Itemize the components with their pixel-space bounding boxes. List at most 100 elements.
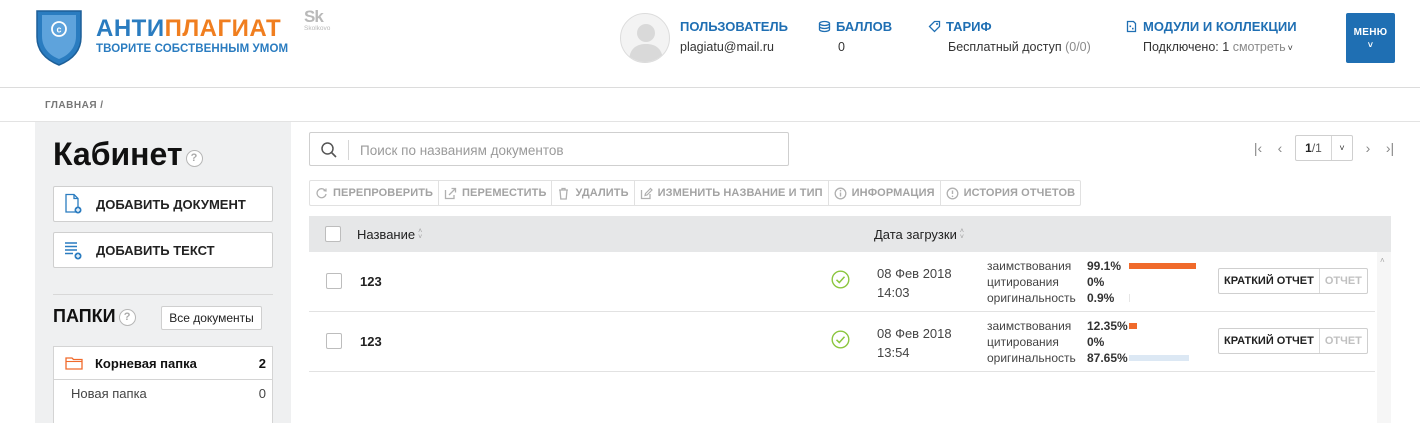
metric-borrowing: заимствования 99.1% [987, 258, 1196, 274]
document-name[interactable]: 123 [360, 334, 382, 349]
folder-count: 2 [258, 355, 266, 371]
check-metrics: заимствования 99.1% цитирования 0% оригина… [987, 258, 1196, 306]
search-icon[interactable] [320, 141, 338, 159]
info-icon [834, 187, 847, 199]
column-name-header[interactable]: Название ˄ ˅ [357, 227, 422, 242]
folder-count: 0 [258, 386, 266, 401]
sidebar: Кабинет ? ДОБАВИТЬ ДОКУМЕНТ ДОБАВИТЬ ТЕК… [35, 122, 291, 423]
modules-view-link[interactable]: смотреть [1233, 40, 1286, 54]
metric-citation: цитирования 0% [987, 334, 1189, 350]
metric-label: оригинальность [987, 291, 1076, 305]
page-select[interactable]: 1/1 ˅ [1295, 135, 1353, 161]
recheck-button[interactable]: ПЕРЕПРОВЕРИТЬ [310, 181, 440, 205]
history-icon [946, 187, 959, 199]
metric-label: цитирования [987, 335, 1059, 349]
user-avatar[interactable] [620, 13, 670, 63]
upload-date-day: 08 Фев 2018 [877, 326, 952, 341]
delete-label: УДАЛИТЬ [575, 187, 629, 199]
page-value: 1/1 [1296, 136, 1332, 160]
search-input[interactable] [360, 140, 780, 160]
user-block[interactable]: ПОЛЬЗОВАТЕЛЬ plagiatu@mail.ru [680, 19, 788, 54]
breadcrumb-separator: / [100, 100, 104, 111]
column-date-label: Дата загрузки [874, 227, 957, 242]
logo-title-plagiat: ПЛАГИАТ [164, 15, 282, 42]
folder-item-new[interactable]: Новая папка 0 [53, 380, 273, 423]
sort-icon: ˄ ˅ [418, 227, 423, 241]
modules-label-row: МОДУЛИ И КОЛЛЕКЦИИ [1125, 19, 1297, 34]
check-metrics: заимствования 12.35% цитирования 0% оригин… [987, 318, 1189, 366]
table-header: Название ˄ ˅ Дата загрузки ˄ ˅ [309, 216, 1391, 252]
edit-icon [640, 187, 653, 199]
select-all-checkbox[interactable] [325, 226, 341, 242]
pagination: |‹ ‹ 1/1 ˅ › ›| [1247, 134, 1401, 162]
upload-date-day: 08 Фев 2018 [877, 266, 952, 281]
breadcrumb-bar: ГЛАВНАЯ / [0, 88, 1420, 122]
borrowing-bar [1129, 323, 1137, 329]
metric-value: 87.65% [1087, 351, 1128, 365]
document-name[interactable]: 123 [360, 274, 382, 289]
move-button[interactable]: ПЕРЕМЕСТИТЬ [439, 181, 553, 205]
row-checkbox[interactable] [326, 333, 342, 349]
all-documents-button[interactable]: Все документы [161, 306, 262, 330]
user-label: ПОЛЬЗОВАТЕЛЬ [680, 19, 788, 34]
sort-icon: ˄ ˅ [959, 227, 964, 241]
history-button[interactable]: ИСТОРИЯ ОТЧЕТОВ [941, 181, 1081, 205]
antiplagiat-shield-logo[interactable]: c [34, 7, 84, 67]
short-report-button[interactable]: КРАТКИЙ ОТЧЕТ [1219, 269, 1320, 293]
add-document-label: ДОБАВИТЬ ДОКУМЕНТ [96, 196, 246, 212]
upload-date: 08 Фев 2018 14:03 [877, 264, 952, 302]
full-report-button[interactable]: ОТЧЕТ [1320, 269, 1367, 293]
full-report-button[interactable]: ОТЧЕТ [1320, 329, 1367, 353]
add-document-button[interactable]: ДОБАВИТЬ ДОКУМЕНТ [53, 186, 273, 222]
rename-button[interactable]: ИЗМЕНИТЬ НАЗВАНИЕ И ТИП [635, 181, 829, 205]
metric-value: 0.9% [1087, 291, 1115, 305]
page-title: Кабинет ? [53, 136, 203, 173]
chevron-down-icon: ˅ [1339, 143, 1345, 153]
short-report-button[interactable]: КРАТКИЙ ОТЧЕТ [1219, 329, 1320, 353]
svg-text:c: c [56, 25, 61, 35]
metric-citation: цитирования 0% [987, 274, 1196, 290]
first-page-icon[interactable]: |‹ [1247, 140, 1269, 156]
points-label-row: БАЛЛОВ [818, 19, 892, 34]
folder-item-root[interactable]: Корневая папка 2 [53, 346, 273, 380]
row-checkbox[interactable] [326, 273, 342, 289]
metric-borrowing: заимствования 12.35% [987, 318, 1189, 334]
folder-icon [65, 357, 83, 370]
page-title-text: Кабинет [53, 136, 183, 172]
folder-name: Корневая папка [95, 355, 197, 371]
tariff-block[interactable]: ТАРИФ Бесплатный доступ (0/0) [928, 19, 1091, 54]
upload-date: 08 Фев 2018 13:54 [877, 324, 952, 362]
document-toolbar: ПЕРЕПРОВЕРИТЬ ПЕРЕМЕСТИТЬ УДАЛИТЬ ИЗМЕНИ… [309, 180, 1082, 206]
delete-button[interactable]: УДАЛИТЬ [552, 181, 635, 205]
refresh-icon [316, 187, 327, 198]
metric-value: 12.35% [1087, 319, 1128, 333]
points-block[interactable]: БАЛЛОВ 0 [818, 19, 892, 54]
breadcrumb-home[interactable]: ГЛАВНАЯ [45, 100, 97, 111]
menu-button[interactable]: МЕНЮ ˅ [1346, 13, 1395, 63]
help-icon[interactable]: ? [118, 309, 136, 326]
modules-icon [1126, 20, 1137, 33]
next-page-icon[interactable]: › [1357, 140, 1379, 156]
add-text-label: ДОБАВИТЬ ТЕКСТ [96, 242, 215, 258]
modules-block[interactable]: МОДУЛИ И КОЛЛЕКЦИИ Подключено: 1 смотрет… [1125, 19, 1297, 54]
scroll-up-icon[interactable]: ˄ [1380, 256, 1385, 265]
column-date-header[interactable]: Дата загрузки ˄ ˅ [874, 227, 964, 242]
menu-label: МЕНЮ [1353, 27, 1388, 38]
skolkovo-logo: Sk Skolkovo [304, 8, 340, 33]
table-row[interactable]: 123 08 Фев 2018 13:54 заимствования 12.35… [309, 312, 1375, 372]
vertical-scrollbar[interactable]: ˄ [1377, 252, 1391, 423]
metric-value: 0% [1087, 335, 1105, 349]
info-button[interactable]: ИНФОРМАЦИЯ [829, 181, 941, 205]
report-buttons: КРАТКИЙ ОТЧЕТ ОТЧЕТ [1218, 268, 1368, 294]
table-row[interactable]: 123 08 Фев 2018 14:03 заимствования 99.1%… [309, 252, 1375, 312]
add-document-icon [65, 193, 82, 214]
help-icon[interactable]: ? [185, 150, 203, 167]
last-page-icon[interactable]: ›| [1379, 140, 1401, 156]
logo-subtitle: ТВОРИТЕ СОБСТВЕННЫМ УМОМ [96, 43, 289, 55]
search-divider [348, 140, 349, 160]
rename-label: ИЗМЕНИТЬ НАЗВАНИЕ И ТИП [657, 187, 823, 199]
add-text-button[interactable]: ДОБАВИТЬ ТЕКСТ [53, 232, 273, 268]
sidebar-divider [53, 294, 273, 295]
prev-page-icon[interactable]: ‹ [1269, 140, 1291, 156]
chevron-down-icon[interactable]: ˅ [1288, 43, 1293, 53]
